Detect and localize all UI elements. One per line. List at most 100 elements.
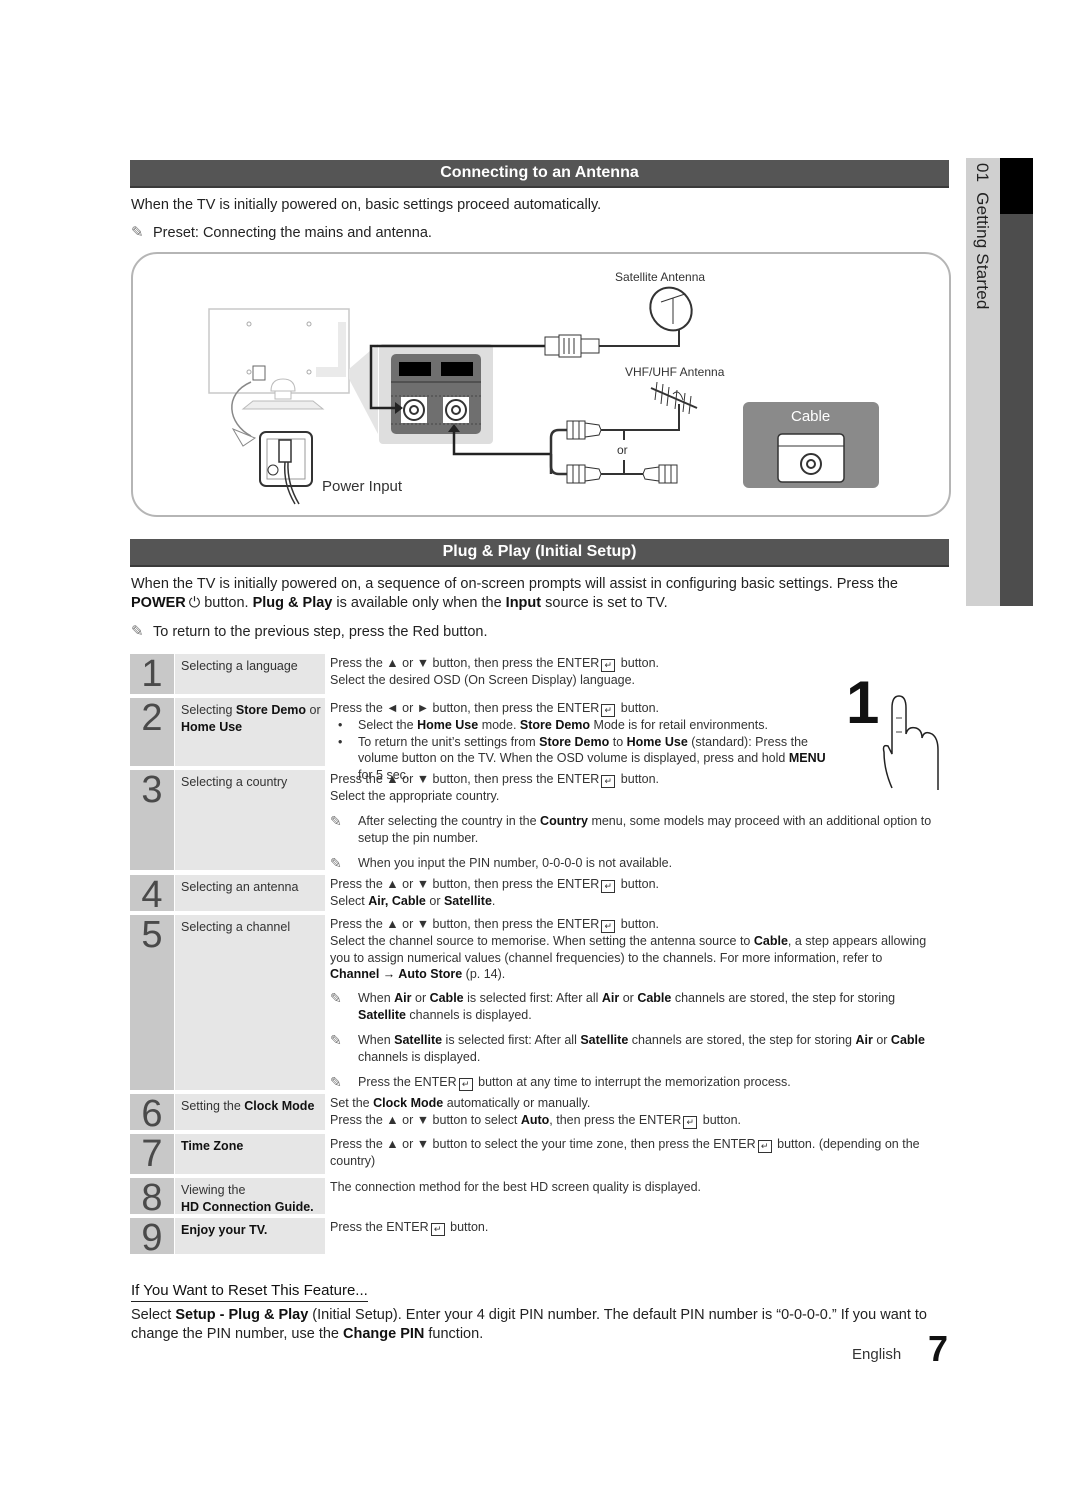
step-number: 2 [130, 698, 174, 766]
step-title: Time Zone [175, 1134, 325, 1174]
satellite-antenna-label: Satellite Antenna [615, 270, 706, 284]
input-keyword: Input [505, 595, 542, 611]
k: HD Connection Guide. [181, 1200, 314, 1214]
cable-label: Cable [791, 408, 831, 425]
satellite-dish-icon [649, 286, 693, 332]
k: Store Demo [539, 734, 610, 749]
power-input-label: Power Input [322, 478, 403, 495]
k: Satellite [443, 894, 492, 908]
k: Air, Cable [368, 894, 426, 908]
note-pencil-icon: ✎ [330, 1032, 342, 1048]
tv-back-icon [208, 308, 378, 434]
t: When [358, 1033, 395, 1047]
chapter-title: Getting Started [973, 192, 992, 310]
step-description: Set the Clock Mode automatically or manu… [330, 1095, 930, 1129]
k: Satellite [580, 1033, 629, 1047]
antenna-input-panel [379, 344, 493, 444]
step-title: Setting the Clock Mode [175, 1094, 325, 1130]
step-number: 4 [130, 875, 174, 915]
note-pencil-icon: ✎ [330, 855, 342, 871]
step-line: button. [617, 917, 660, 931]
t: channels are stored, the step for storin… [671, 991, 896, 1005]
t: To return the unit’s settings from [358, 734, 540, 749]
power-keyword: POWER [131, 595, 186, 611]
t: Select [330, 894, 369, 908]
k: Setup - Plug & Play [175, 1307, 309, 1323]
step-title: Enjoy your TV. [175, 1218, 325, 1254]
t: or [619, 991, 638, 1005]
step-description: Press the ▲ or ▼ button, then press the … [330, 771, 930, 805]
step-title: Selecting a language [175, 654, 325, 694]
or-label: or [617, 443, 628, 457]
t: Mode is for retail environments. [590, 718, 768, 732]
step-title: Selecting an antenna [175, 875, 325, 911]
step-title: Selecting Store Demo or Home Use [175, 698, 325, 766]
step-line: button. [446, 1220, 489, 1234]
antenna-note-text: Preset: Connecting the mains and antenna… [153, 225, 432, 241]
step-number: 8 [130, 1178, 174, 1218]
note-pencil-icon: ✎ [131, 623, 144, 640]
k: Clock Mode [244, 1099, 315, 1113]
note-pencil-icon: ✎ [330, 813, 342, 829]
k: Cable [429, 991, 464, 1005]
note-pencil-icon: ✎ [131, 224, 144, 241]
step-line: Press the ◄ or ► button, then press the … [330, 701, 600, 715]
step-number: 1 [130, 654, 174, 694]
reset-heading: If You Want to Reset This Feature... [131, 1282, 368, 1302]
power-icon: ⏻ [188, 595, 201, 611]
step-note: ✎ When Air or Cable is selected first: A… [330, 990, 945, 1023]
t: function. [424, 1326, 484, 1342]
antenna-note: ✎ Preset: Connecting the mains and antenn… [131, 223, 432, 243]
step-note: ✎ When Satellite is selected first: Afte… [330, 1032, 945, 1065]
power-plug-icon [259, 431, 313, 505]
t: or [425, 894, 444, 908]
t: , then press the ENTER [549, 1112, 682, 1127]
enter-icon: ↵ [601, 704, 616, 717]
reset-text: Select Setup - Plug & Play (Initial Setu… [131, 1306, 941, 1344]
k: Store Demo [519, 718, 591, 732]
k: Time Zone [181, 1139, 244, 1153]
t: Press the ENTER [358, 1075, 457, 1089]
plug-play-note-text: To return to the previous step, press th… [153, 624, 488, 640]
note-pencil-icon: ✎ [330, 990, 342, 1006]
title-text: Selecting [181, 703, 236, 717]
k: Cable [890, 1033, 925, 1047]
step-number: 6 [130, 1094, 174, 1134]
step-line: button. [617, 656, 660, 670]
step-title: Selecting a channel [175, 915, 325, 1090]
plug-play-keyword: Plug & Play [252, 595, 333, 611]
plug-play-intro: When the TV is initially powered on, a s… [131, 575, 931, 613]
enter-icon: ↵ [601, 775, 616, 788]
step-description: Press the ▲ or ▼ button, then press the … [330, 876, 930, 910]
title-keyword: Store Demo [235, 703, 307, 717]
t: Select the [358, 718, 418, 732]
step-note: ✎ Press the ENTER ↵ button at any time to… [330, 1074, 945, 1091]
t: After selecting the country in the [358, 814, 541, 828]
t: channels are stored, the step for storin… [628, 1033, 856, 1047]
enter-icon: ↵ [757, 1140, 772, 1153]
step-line: Press the ▲ or ▼ button, then press the … [330, 877, 600, 891]
t: Select the channel source to memorise. W… [330, 934, 754, 948]
step-description: Press the ▲ or ▼ button, then press the … [330, 916, 935, 983]
step-line: Press the ▲ or ▼ button, then press the … [330, 917, 600, 931]
k: Air [601, 991, 620, 1005]
t: (p. 14). [462, 967, 506, 981]
title-keyword: Home Use [181, 720, 243, 734]
note-text: When you input the PIN number, 0-0-0-0 i… [358, 856, 673, 870]
t: is selected first: After all [463, 991, 602, 1005]
intro-text: When the TV is initially powered on, a s… [131, 576, 898, 592]
plug-play-section-heading: Plug & Play (Initial Setup) [130, 539, 949, 567]
title-text: or [306, 703, 321, 717]
step-number: 3 [130, 770, 174, 870]
intro-text: is available only when the [332, 595, 506, 611]
step-line: Select the desired OSD (On Screen Displa… [330, 673, 636, 687]
k: Clock Mode [373, 1096, 444, 1110]
t: to [609, 734, 627, 749]
t: Setting the [181, 1099, 245, 1113]
step-number: 5 [130, 915, 174, 1090]
step-title: Selecting a country [175, 770, 325, 870]
step-line: Press the ▲ or ▼ button to select the yo… [330, 1137, 756, 1151]
step-line: button. [617, 772, 660, 786]
k: Country [540, 814, 588, 828]
t: mode. [478, 718, 520, 732]
